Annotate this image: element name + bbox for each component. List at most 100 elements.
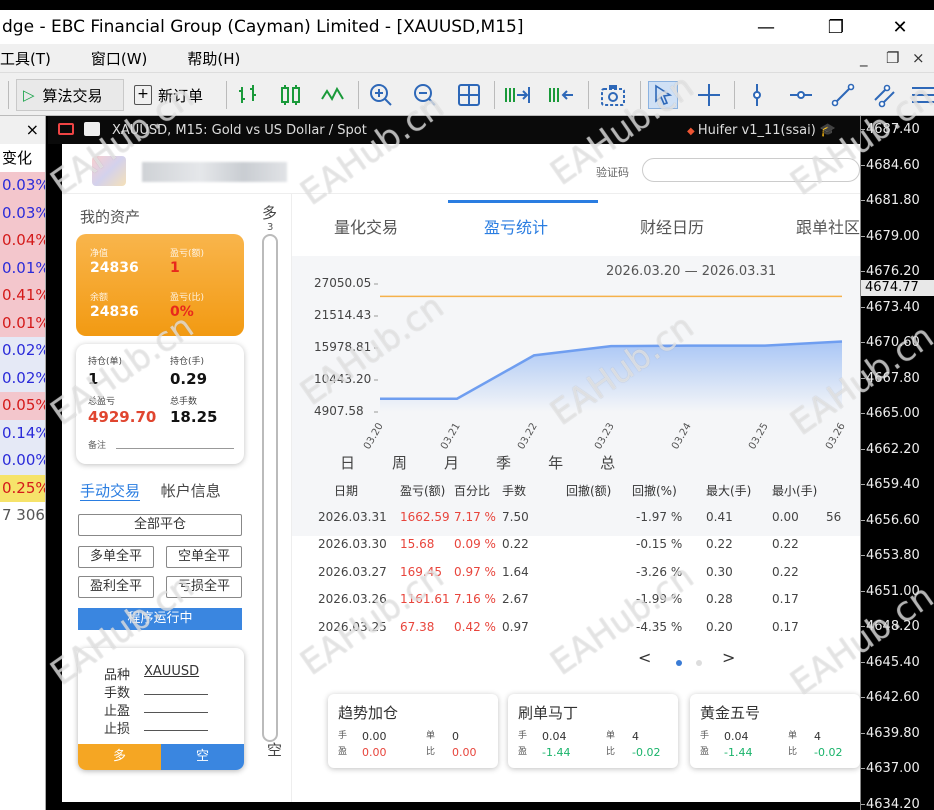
market-watch-row[interactable]: 0.41% [0,282,45,310]
close-short-button[interactable]: 空单全平 [166,546,242,568]
table-header-cell[interactable]: 最大(手) [706,482,751,499]
strategy-stat-label: 单 [606,731,616,741]
mdi-close-button[interactable]: × [912,44,925,72]
pager-dot[interactable] [696,660,702,666]
market-watch-close-icon[interactable]: × [26,120,39,139]
market-watch-row[interactable]: 0.02% [0,364,45,392]
buy-button[interactable]: 多 [78,744,161,770]
close-loss-button[interactable]: 亏损全平 [166,576,242,598]
candlestick-icon[interactable] [276,81,306,109]
close-long-button[interactable]: 多单全平 [78,546,154,568]
market-watch-row[interactable]: 0.25% [0,474,45,502]
period-option[interactable]: 季 [496,454,511,472]
close-all-button[interactable]: 全部平仓 [78,514,242,536]
crosshair-icon[interactable] [694,81,724,109]
table-header-cell[interactable]: 百分比 [454,482,490,499]
stop-loss-input[interactable] [144,730,208,731]
table-header-cell[interactable]: 手数 [502,482,526,499]
verify-code-input[interactable] [642,158,860,182]
table-header-cell[interactable]: 最小(手) [772,482,817,499]
table-row[interactable]: 2026.03.31 1662.59 7.17 % 7.50 -1.97 % 0.41 0.… [318,504,860,532]
change-column-header[interactable]: 变化 [0,144,45,172]
bar-chart-icon[interactable] [234,81,264,109]
market-watch-row[interactable]: 0.14% [0,419,45,447]
strategy-card[interactable]: 黄金五号手 单盈 比 0.04 4 -1.44 -0.02 [690,694,860,768]
market-watch-row[interactable]: 0.05% [0,392,45,420]
ea-label[interactable]: ◆ Huifer v1_11(ssai) 🎓 [687,123,836,138]
table-cell-pct: 0.42 % [454,619,496,634]
zoom-in-icon[interactable] [366,81,396,109]
pager-prev-button[interactable]: < [638,648,651,667]
note-input[interactable] [116,448,234,449]
market-watch-row[interactable]: 0.02% [0,337,45,365]
table-header-cell[interactable]: 日期 [334,482,358,499]
table-header-cell[interactable]: 盈亏(额) [400,482,445,499]
take-profit-input[interactable] [144,712,208,713]
line-chart-icon[interactable] [318,81,348,109]
restore-button[interactable]: ❐ [808,10,864,44]
table-header-cell[interactable]: 回撤(额) [566,482,611,499]
period-option[interactable]: 日 [340,454,355,472]
table-row[interactable]: 2026.03.27 169.45 0.97 % 1.64 -3.26 % 0.30 0.2… [318,559,860,587]
new-order-button[interactable]: + 新订单 [134,79,203,111]
menu-tools[interactable]: 工具(T) [0,48,51,69]
period-option[interactable]: 月 [444,454,459,472]
zoom-out-icon[interactable] [410,81,440,109]
chart-bars-icon [84,122,100,136]
title-bar[interactable]: dge - EBC Financial Group (Cayman) Limit… [0,10,934,44]
tile-windows-icon[interactable] [454,81,484,109]
horizontal-line-icon[interactable] [786,81,816,109]
sell-button[interactable]: 空 [161,744,244,770]
market-watch-row[interactable]: 0.03% [0,172,45,200]
algo-trading-button[interactable]: ▷ 算法交易 [16,79,124,111]
market-watch-row[interactable]: 0.04% [0,227,45,255]
menu-help[interactable]: 帮助(H) [187,48,240,69]
period-option[interactable]: 周 [392,454,407,472]
tab-quant-trading[interactable]: 量化交易 [334,214,398,238]
table-row[interactable]: 2026.03.26 1161.61 7.16 % 2.67 -1.99 % 0.28 0.… [318,586,860,614]
ea-hat-icon: 🎓 [819,122,836,138]
market-watch-row[interactable]: 0.01% [0,309,45,337]
close-profit-button[interactable]: 盈利全平 [78,576,154,598]
market-watch-row[interactable]: 7 306 [0,502,45,530]
take-profit-label: 止盈 [104,704,131,719]
minimize-button[interactable]: — [738,10,794,44]
mdi-minimize-button[interactable]: _ [860,44,868,72]
symbol-value[interactable]: XAUUSD [144,664,199,679]
tab-copy-community[interactable]: 跟单社区 [796,214,860,238]
autoscroll-icon[interactable] [502,81,532,109]
tab-manual-trading[interactable]: 手动交易 [80,482,141,501]
market-watch-row[interactable]: 0.01% [0,254,45,282]
tab-pl-stats[interactable]: 盈亏统计 [484,214,548,238]
pager-dot-active[interactable] [676,660,682,666]
market-watch-row[interactable]: 0.00% [0,447,45,475]
play-icon: ▷ [23,86,35,104]
y-axis-tick-label: 21514.43 [314,308,372,322]
table-header-cell[interactable]: 回撤(%) [632,482,677,499]
screenshot-icon[interactable] [598,81,628,109]
strategy-card[interactable]: 趋势加仓手 单盈 比 0.00 0 0.00 0.00 [328,694,498,768]
running-status-button[interactable]: 程序运行中 [78,608,242,630]
trendline-icon[interactable] [828,81,858,109]
table-row[interactable]: 2026.03.30 15.68 0.09 % 0.22 -0.15 % 0.22 0.22 [318,531,860,559]
period-option[interactable]: 年 [548,454,563,472]
pager-next-button[interactable]: > [722,648,735,667]
cursor-icon[interactable] [648,81,678,109]
chart-menu-icon[interactable] [58,123,74,135]
channel-icon[interactable] [870,81,900,109]
vertical-line-icon[interactable] [742,81,772,109]
fibonacci-icon[interactable] [908,81,934,109]
tab-economic-calendar[interactable]: 财经日历 [640,214,704,238]
mdi-restore-button[interactable]: ❐ [886,44,899,72]
vertical-scrollbar[interactable] [262,234,278,742]
table-row[interactable]: 2026.03.25 67.38 0.42 % 0.97 -4.35 % 0.20 0.17 [318,614,860,642]
menu-window[interactable]: 窗口(W) [91,48,148,69]
tab-account-info[interactable]: 帐户信息 [161,482,221,500]
close-button[interactable]: ✕ [872,10,928,44]
price-scale[interactable]: 4674.77 4687.40 4684.60 4681.80 4679.00 4676… [860,116,934,810]
market-watch-row[interactable]: 0.03% [0,199,45,227]
chart-shift-icon[interactable] [546,81,576,109]
lots-input[interactable] [144,694,208,695]
strategy-card[interactable]: 刷单马丁手 单盈 比 0.04 4 -1.44 -0.02 [508,694,678,768]
period-option[interactable]: 总 [600,454,615,472]
